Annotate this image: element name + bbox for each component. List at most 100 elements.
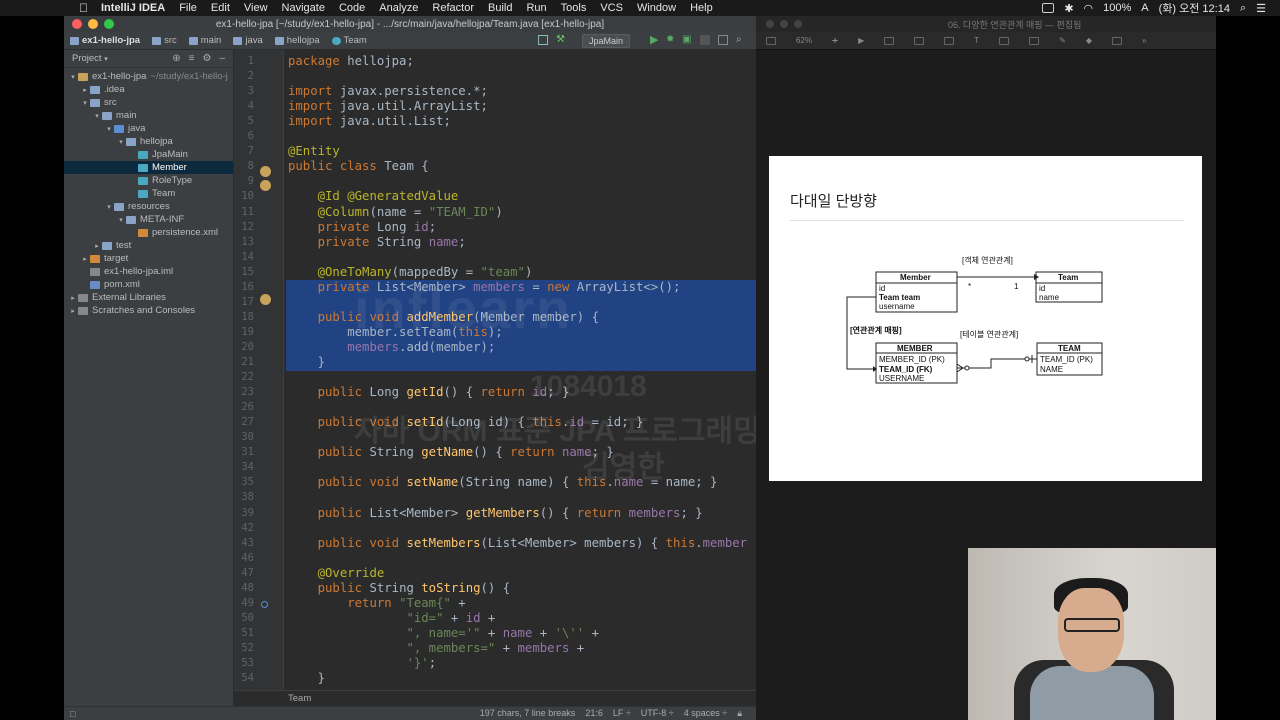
- breadcrumb-main[interactable]: main: [188, 35, 221, 46]
- bluetooth-icon[interactable]: ✱: [1064, 2, 1073, 15]
- code-line[interactable]: }: [288, 671, 325, 686]
- menu-edit[interactable]: Edit: [211, 2, 230, 14]
- project-tree-node[interactable]: ▸ test: [64, 239, 233, 252]
- shape-icon[interactable]: [999, 36, 1010, 45]
- breadcrumb-project[interactable]: ex1-hello-jpa: [70, 35, 140, 46]
- debug-icon[interactable]: ✸: [666, 35, 676, 45]
- field-annotation-icon[interactable]: [260, 180, 271, 191]
- chevron-down-icon[interactable]: ▾: [68, 73, 78, 81]
- text-icon[interactable]: T: [974, 36, 979, 45]
- menu-file[interactable]: File: [179, 2, 197, 14]
- code-line[interactable]: '}';: [288, 656, 436, 671]
- project-tree-node[interactable]: ▾ resources: [64, 200, 233, 213]
- chevron-right-icon[interactable]: ▸: [92, 242, 102, 250]
- menu-refactor[interactable]: Refactor: [432, 2, 474, 14]
- menu-window[interactable]: Window: [637, 2, 676, 14]
- code-line[interactable]: "id=" + id +: [288, 611, 495, 626]
- breadcrumb-team[interactable]: Team: [331, 35, 367, 46]
- breadcrumb-src[interactable]: src: [152, 35, 177, 46]
- chevron-down-icon[interactable]: ▾: [80, 99, 90, 107]
- zoom-icon[interactable]: [104, 19, 114, 29]
- project-tree-node[interactable]: JpaMain: [64, 148, 233, 161]
- run-configuration-select[interactable]: JpaMain: [581, 34, 630, 48]
- code-line[interactable]: }: [288, 355, 325, 370]
- menu-help[interactable]: Help: [690, 2, 713, 14]
- breadcrumb-hellojpa[interactable]: hellojpa: [274, 35, 320, 46]
- chevron-right-icon[interactable]: ▸: [68, 294, 78, 302]
- wifi-icon[interactable]: ◠: [1084, 2, 1094, 15]
- chevron-down-icon[interactable]: ▾: [116, 138, 126, 146]
- field-annotation-icon[interactable]: [260, 294, 271, 305]
- project-tree-node[interactable]: ▸ target: [64, 252, 233, 265]
- menu-navigate[interactable]: Navigate: [282, 2, 325, 14]
- status-line-separator[interactable]: LF ÷: [613, 708, 631, 719]
- menu-analyze[interactable]: Analyze: [379, 2, 418, 14]
- chevron-down-icon[interactable]: ▾: [104, 55, 108, 63]
- chevron-down-icon[interactable]: ▾: [92, 112, 102, 120]
- code-line[interactable]: import java.util.List;: [288, 114, 451, 129]
- minimize-icon[interactable]: [88, 19, 98, 29]
- collapse-icon[interactable]: ≡: [189, 53, 195, 64]
- hammer-icon[interactable]: ⚒: [556, 35, 566, 45]
- add-slide-icon[interactable]: ➕︎: [832, 36, 838, 46]
- battery-percent[interactable]: 100%: [1103, 2, 1131, 14]
- locate-icon[interactable]: ⊕: [172, 53, 180, 64]
- code-line[interactable]: private String name;: [288, 235, 466, 250]
- animate-icon[interactable]: ◆: [1086, 36, 1092, 45]
- menu-code[interactable]: Code: [339, 2, 365, 14]
- code-line[interactable]: private Long id;: [288, 220, 436, 235]
- tool-windows-icon[interactable]: □: [70, 709, 75, 719]
- media-icon[interactable]: [1029, 36, 1040, 45]
- chevron-down-icon[interactable]: ▾: [104, 203, 114, 211]
- display-icon[interactable]: [1042, 3, 1055, 13]
- editor-breadcrumb-footer[interactable]: Team: [234, 690, 756, 706]
- project-tree-node[interactable]: ▾ ex1-hello-jpa ~/study/ex1-hello-j: [64, 70, 233, 83]
- project-tree-node[interactable]: ex1-hello-jpa.iml: [64, 265, 233, 278]
- menu-build[interactable]: Build: [488, 2, 512, 14]
- input-source-icon[interactable]: A: [1141, 2, 1148, 14]
- code-line[interactable]: public String toString() {: [288, 581, 511, 596]
- code-line[interactable]: import java.util.ArrayList;: [288, 99, 488, 114]
- project-tree-node[interactable]: RoleType: [64, 174, 233, 187]
- search-everywhere-icon[interactable]: ⌕: [736, 35, 746, 45]
- project-structure-icon[interactable]: [718, 35, 728, 45]
- close-icon[interactable]: [72, 19, 82, 29]
- project-tree-node[interactable]: ▾ java: [64, 122, 233, 135]
- chevron-right-icon[interactable]: ▸: [68, 307, 78, 315]
- apple-menu-icon[interactable]: : [79, 1, 88, 15]
- field-annotation-icon[interactable]: [260, 166, 271, 177]
- more-icon[interactable]: »: [1142, 36, 1146, 45]
- chevron-right-icon[interactable]: ▸: [80, 255, 90, 263]
- zoom-icon[interactable]: [794, 20, 802, 28]
- code-line[interactable]: package hellojpa;: [288, 54, 414, 69]
- search-icon[interactable]: ⌕: [1240, 2, 1246, 15]
- project-tree-node[interactable]: ▸ .idea: [64, 83, 233, 96]
- code-line[interactable]: public class Team {: [288, 159, 429, 174]
- code-line[interactable]: @Id @GeneratedValue: [288, 189, 459, 204]
- project-tree-node[interactable]: Team: [64, 187, 233, 200]
- slide-canvas[interactable]: 다대일 단방향 [객체 연관관계] Member id Team team us…: [769, 156, 1202, 481]
- gear-icon[interactable]: ⚙: [202, 53, 211, 64]
- code-line[interactable]: public List<Member> getMembers() { retur…: [288, 506, 703, 521]
- control-center-icon[interactable]: ☰: [1256, 2, 1266, 15]
- project-tree-node[interactable]: ▸ External Libraries: [64, 291, 233, 304]
- code-line[interactable]: public Long getId() { return id; }: [288, 385, 570, 400]
- code-line[interactable]: @Column(name = "TEAM_ID"): [288, 205, 503, 220]
- lock-icon[interactable]: 🔒︎: [737, 708, 742, 719]
- zoom-level[interactable]: 62%: [796, 36, 812, 45]
- project-tree-node[interactable]: ▾ src: [64, 96, 233, 109]
- coverage-icon[interactable]: ▣: [682, 35, 692, 45]
- menu-view[interactable]: View: [244, 2, 268, 14]
- code-editor[interactable]: 1 2 3 4 5 6 7 8 9 10 11 12 13 14 15 16 17 18 19 20 21 22 23 26 2…: [234, 50, 756, 706]
- chart-icon[interactable]: [944, 36, 955, 45]
- play-icon[interactable]: ▶: [858, 36, 864, 45]
- code-line[interactable]: ", members=" + members +: [288, 641, 584, 656]
- format-icon[interactable]: ✎: [1059, 36, 1066, 45]
- status-caret-position[interactable]: 21:6: [585, 708, 603, 719]
- menu-vcs[interactable]: VCS: [600, 2, 623, 14]
- build-icon[interactable]: [538, 35, 548, 45]
- hide-icon[interactable]: –: [219, 53, 225, 64]
- document-icon[interactable]: [1111, 36, 1122, 45]
- minimize-icon[interactable]: [780, 20, 788, 28]
- status-encoding[interactable]: UTF-8 ÷: [641, 708, 674, 719]
